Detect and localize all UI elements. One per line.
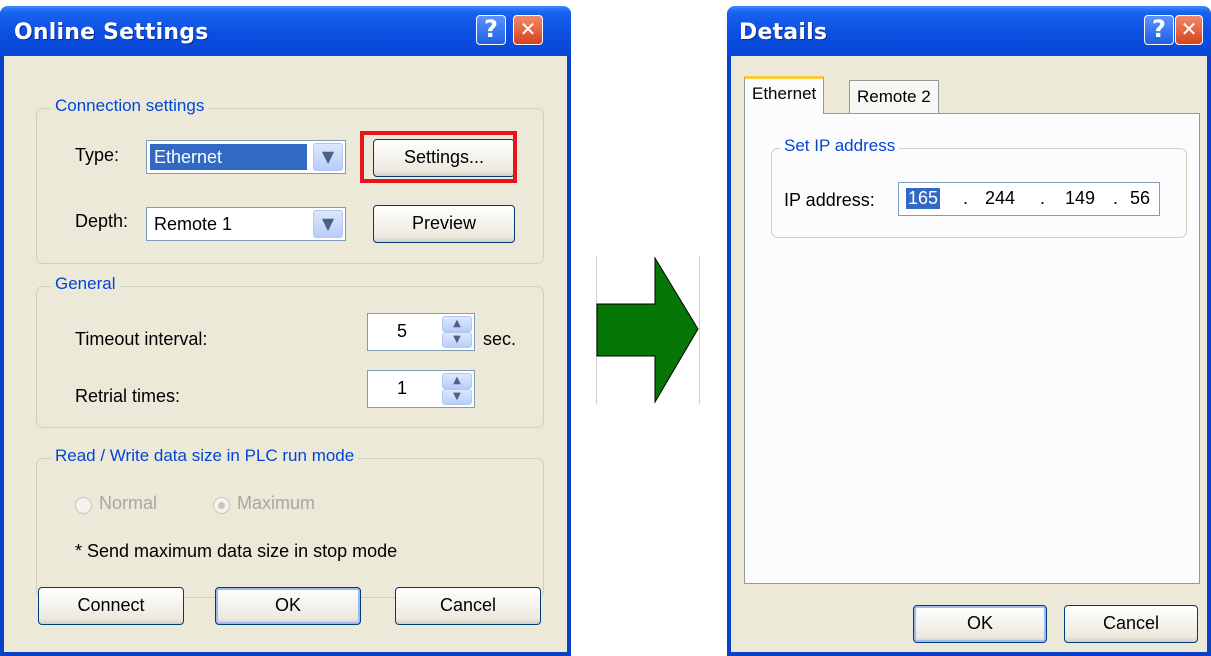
chevron-down-icon[interactable]: ▼ <box>313 210 343 238</box>
ip-address-field[interactable]: 165 . 244 . 149 . 56 <box>898 182 1160 216</box>
online-settings-dialog: Online Settings ? ✕ Connection settings … <box>0 6 571 656</box>
type-combobox[interactable]: Ethernet ▼ <box>146 140 346 174</box>
timeout-value[interactable]: 5 <box>368 314 436 350</box>
ok-button[interactable]: OK <box>913 605 1047 643</box>
preview-button[interactable]: Preview <box>373 205 515 243</box>
title-bar[interactable]: Online Settings ? ✕ <box>0 6 571 56</box>
chevron-up-icon[interactable]: ▲ <box>442 316 472 332</box>
ip-address-label: IP address: <box>784 190 875 210</box>
radio-normal-label: Normal <box>99 493 158 513</box>
details-dialog: Details ? ✕ Ethernet Remote 2 Set IP add… <box>727 6 1211 656</box>
settings-highlight <box>360 131 517 183</box>
depth-value: Remote 1 <box>154 214 233 234</box>
arrow-right-icon <box>596 256 700 404</box>
connect-button[interactable]: Connect <box>38 587 184 625</box>
set-ip-address-group: Set IP address IP address: 165 . 244 . 1… <box>771 136 1187 238</box>
timeout-stepper[interactable]: 5 ▲ ▼ <box>367 313 475 351</box>
close-button[interactable]: ✕ <box>1175 15 1203 45</box>
connection-settings-legend: Connection settings <box>51 96 209 116</box>
help-button[interactable]: ? <box>476 15 506 45</box>
tab-remote-2[interactable]: Remote 2 <box>849 80 939 114</box>
radio-normal[interactable] <box>75 497 92 514</box>
ip-dot: . <box>1113 188 1119 208</box>
dialog-title: Details <box>739 20 828 45</box>
set-ip-address-legend: Set IP address <box>780 136 900 156</box>
type-label: Type: <box>75 145 120 165</box>
help-button[interactable]: ? <box>1144 15 1174 45</box>
tab-panel: Set IP address IP address: 165 . 244 . 1… <box>744 113 1200 584</box>
tab-ethernet[interactable]: Ethernet <box>744 76 825 114</box>
rw-data-size-group: Read / Write data size in PLC run mode N… <box>36 446 544 598</box>
retrial-value[interactable]: 1 <box>368 371 436 407</box>
ip-octet-3[interactable]: 149 <box>1065 188 1095 209</box>
chevron-down-icon[interactable]: ▼ <box>442 389 472 405</box>
title-bar[interactable]: Details ? ✕ <box>727 6 1211 56</box>
chevron-up-icon[interactable]: ▲ <box>442 373 472 389</box>
type-value: Ethernet <box>150 144 307 170</box>
rw-data-size-legend: Read / Write data size in PLC run mode <box>51 446 359 466</box>
chevron-down-icon[interactable]: ▼ <box>313 143 343 171</box>
dialog-client-area: Ethernet Remote 2 Set IP address IP addr… <box>731 56 1207 652</box>
retrial-label: Retrial times: <box>75 386 181 406</box>
radio-maximum[interactable] <box>213 497 230 514</box>
depth-label: Depth: <box>75 211 129 231</box>
close-button[interactable]: ✕ <box>513 15 543 45</box>
timeout-label: Timeout interval: <box>75 329 208 349</box>
timeout-unit: sec. <box>483 329 517 349</box>
ip-dot: . <box>1040 188 1046 208</box>
general-group: General Timeout interval: 5 ▲ ▼ sec. Ret… <box>36 274 544 428</box>
retrial-stepper[interactable]: 1 ▲ ▼ <box>367 370 475 408</box>
ip-octet-2[interactable]: 244 <box>985 188 1015 209</box>
stop-mode-note: * Send maximum data size in stop mode <box>75 541 398 561</box>
general-legend: General <box>51 274 120 294</box>
dialog-title: Online Settings <box>14 20 209 45</box>
ip-octet-4[interactable]: 56 <box>1130 188 1150 209</box>
cancel-button[interactable]: Cancel <box>1064 605 1198 643</box>
ip-octet-1[interactable]: 165 <box>906 188 941 209</box>
depth-combobox[interactable]: Remote 1 ▼ <box>146 207 346 241</box>
ip-dot: . <box>963 188 969 208</box>
radio-maximum-label: Maximum <box>237 493 316 513</box>
ok-button[interactable]: OK <box>215 587 361 625</box>
chevron-down-icon[interactable]: ▼ <box>442 332 472 348</box>
cancel-button[interactable]: Cancel <box>395 587 541 625</box>
